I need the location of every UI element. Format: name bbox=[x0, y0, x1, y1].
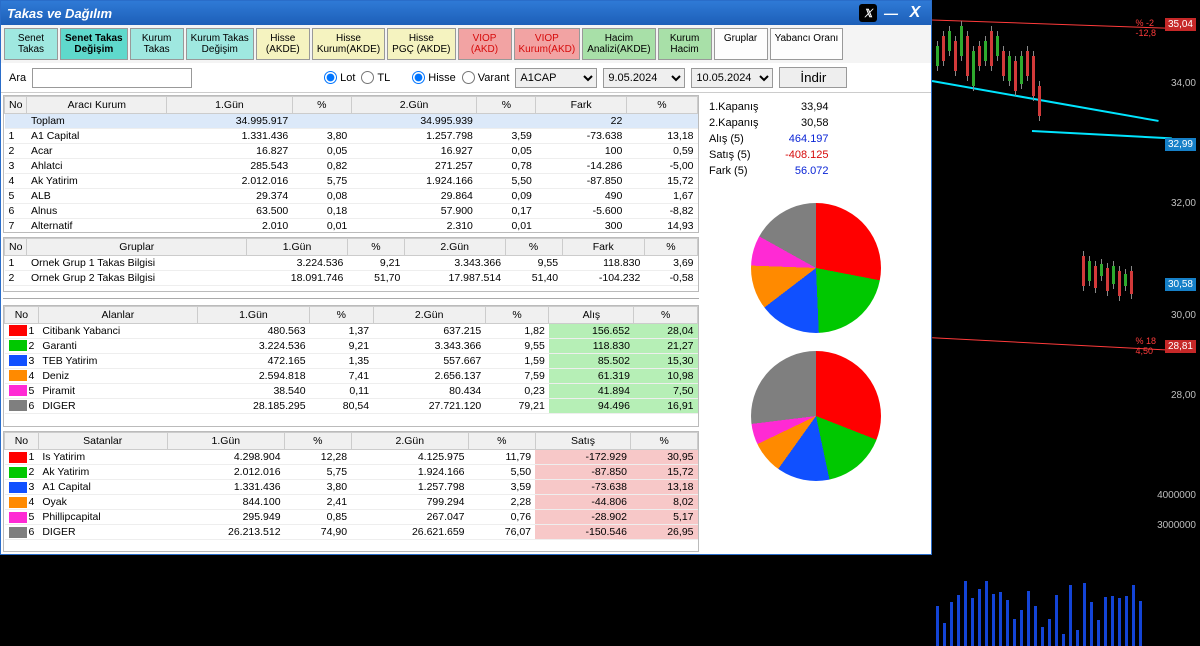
price-ma-badge: 32,99 bbox=[1165, 138, 1196, 151]
table-row[interactable]: 2Garanti3.224.5369,213.343.3669,55118.83… bbox=[5, 338, 698, 353]
tab-hisse-pg-akde-[interactable]: Hisse PGÇ (AKDE) bbox=[387, 28, 455, 60]
download-button[interactable]: İndir bbox=[779, 67, 847, 88]
tab-hacim-analizi-akde-[interactable]: Hacim Analizi(AKDE) bbox=[582, 28, 655, 60]
buyers-grid[interactable]: NoAlanlar1.Gün%2.Gün%Alış%1Citibank Yaba… bbox=[3, 305, 699, 428]
table-row[interactable]: 4Oyak844.1002,41799.2942,28-44.8068,02 bbox=[5, 495, 698, 510]
table-row[interactable]: 1A1 Capital1.331.4363,801.257.7983,59-73… bbox=[5, 129, 698, 144]
tab-viop-kurum-akd-[interactable]: VIOP Kurum(AKD) bbox=[514, 28, 581, 60]
price-chart[interactable]: 35,04 34,00 32,99 32,00 30,58 30,00 28,8… bbox=[932, 0, 1200, 555]
tab-hisse-akde-[interactable]: Hisse (AKDE) bbox=[256, 28, 310, 60]
symbol-select[interactable]: A1CAP bbox=[515, 68, 597, 88]
filter-bar: Ara Lot TL Hisse Varant A1CAP 9.05.2024 … bbox=[1, 63, 931, 93]
tab-viop-akd-[interactable]: VIOP (AKD) bbox=[458, 28, 512, 60]
app-window: Takas ve Dağılım 𝕏 — X Senet TakasSenet … bbox=[0, 0, 932, 555]
date1-select[interactable]: 9.05.2024 bbox=[603, 68, 685, 88]
table-row[interactable]: 4Deniz2.594.8187,412.656.1377,5961.31910… bbox=[5, 368, 698, 383]
brokers-grid[interactable]: NoAracı Kurum1.Gün%2.Gün%Fark%Toplam34.9… bbox=[3, 95, 699, 233]
close-button[interactable]: X bbox=[905, 4, 925, 22]
radio-tl[interactable]: TL bbox=[361, 71, 390, 84]
table-row[interactable]: 1Is Yatirim4.298.90412,284.125.97511,79-… bbox=[5, 450, 698, 465]
price-axis: 35,04 34,00 32,99 32,00 30,58 30,00 28,8… bbox=[1160, 0, 1200, 555]
sellers-grid[interactable]: NoSatanlar1.Gün%2.Gün%Satış%1Is Yatirim4… bbox=[3, 431, 699, 552]
table-row[interactable]: 6Alnus63.5000,1857.9000,17-5.600-8,82 bbox=[5, 204, 698, 219]
radio-varant[interactable]: Varant bbox=[462, 71, 510, 84]
tabs-row: Senet TakasSenet Takas DeğişimKurum Taka… bbox=[1, 25, 931, 63]
radio-hisse[interactable]: Hisse bbox=[412, 71, 456, 84]
share-x-icon[interactable]: 𝕏 bbox=[859, 4, 877, 22]
buyers-pie-chart bbox=[751, 203, 881, 333]
table-row[interactable]: 5Piramit38.5400,1180.4340,2341.8947,50 bbox=[5, 383, 698, 398]
summary-panel: 1.Kapanış33,942.Kapanış30,58Alış (5)464.… bbox=[701, 93, 931, 554]
tab-kurum-takas-de-i-im[interactable]: Kurum Takas Değişim bbox=[186, 28, 254, 60]
search-input[interactable] bbox=[32, 68, 192, 88]
table-row[interactable]: 6DIGER26.213.51274,9026.621.65976,07-150… bbox=[5, 525, 698, 540]
tab-kurum-hacim[interactable]: Kurum Hacim bbox=[658, 28, 712, 60]
table-row[interactable]: 2Ak Yatirim2.012.0165,751.924.1665,50-87… bbox=[5, 465, 698, 480]
table-row[interactable]: 7Alternatif2.0100,012.3100,0130014,93 bbox=[5, 219, 698, 233]
tab-kurum-takas[interactable]: Kurum Takas bbox=[130, 28, 184, 60]
table-row[interactable]: 1Citibank Yabanci480.5631,37637.2151,821… bbox=[5, 323, 698, 338]
chart-annotation-low: % 184,50 bbox=[1135, 336, 1156, 356]
table-row[interactable]: 5ALB29.3740,0829.8640,094901,67 bbox=[5, 189, 698, 204]
tab-hisse-kurum-akde-[interactable]: Hisse Kurum(AKDE) bbox=[312, 28, 385, 60]
radio-lot[interactable]: Lot bbox=[324, 71, 355, 84]
table-row[interactable]: 4Ak Yatirim2.012.0165,751.924.1665,50-87… bbox=[5, 174, 698, 189]
table-row[interactable]: Toplam34.995.91734.995.93922 bbox=[5, 114, 698, 129]
tab-senet-takas[interactable]: Senet Takas bbox=[4, 28, 58, 60]
tab-yabanc-oran-[interactable]: Yabancı Oranı bbox=[770, 28, 844, 60]
summary-table: 1.Kapanış33,942.Kapanış30,58Alış (5)464.… bbox=[709, 99, 839, 179]
date2-select[interactable]: 10.05.2024 bbox=[691, 68, 773, 88]
tab-gruplar[interactable]: Gruplar bbox=[714, 28, 768, 60]
titlebar: Takas ve Dağılım 𝕏 — X bbox=[1, 1, 931, 25]
table-row[interactable]: 1Ornek Grup 1 Takas Bilgisi3.224.5369,21… bbox=[5, 255, 698, 270]
chart-annotation-top: % -2-12,8 bbox=[1135, 18, 1156, 38]
groups-grid[interactable]: NoGruplar1.Gün%2.Gün%Fark%1Ornek Grup 1 … bbox=[3, 237, 699, 292]
minimize-button[interactable]: — bbox=[881, 4, 901, 22]
table-row[interactable]: 2Ornek Grup 2 Takas Bilgisi18.091.74651,… bbox=[5, 270, 698, 285]
table-row[interactable]: 3A1 Capital1.331.4363,801.257.7983,59-73… bbox=[5, 480, 698, 495]
table-row[interactable]: 6DIGER28.185.29580,5427.721.12079,2194.4… bbox=[5, 398, 698, 413]
price-last-badge: 30,58 bbox=[1165, 278, 1196, 291]
tab-senet-takas-de-i-im[interactable]: Senet Takas Değişim bbox=[60, 28, 128, 60]
table-row[interactable]: 5Phillipcapital295.9490,85267.0470,76-28… bbox=[5, 510, 698, 525]
table-row[interactable]: 2Acar16.8270,0516.9270,051000,59 bbox=[5, 144, 698, 159]
table-row[interactable]: 3TEB Yatirim472.1651,35557.6671,5985.502… bbox=[5, 353, 698, 368]
table-row[interactable]: 3Ahlatci285.5430,82271.2570,78-14.286-5,… bbox=[5, 159, 698, 174]
window-title: Takas ve Dağılım bbox=[7, 6, 112, 21]
price-high-badge: 35,04 bbox=[1165, 18, 1196, 31]
search-label: Ara bbox=[9, 72, 26, 84]
sellers-pie-chart bbox=[751, 351, 881, 481]
